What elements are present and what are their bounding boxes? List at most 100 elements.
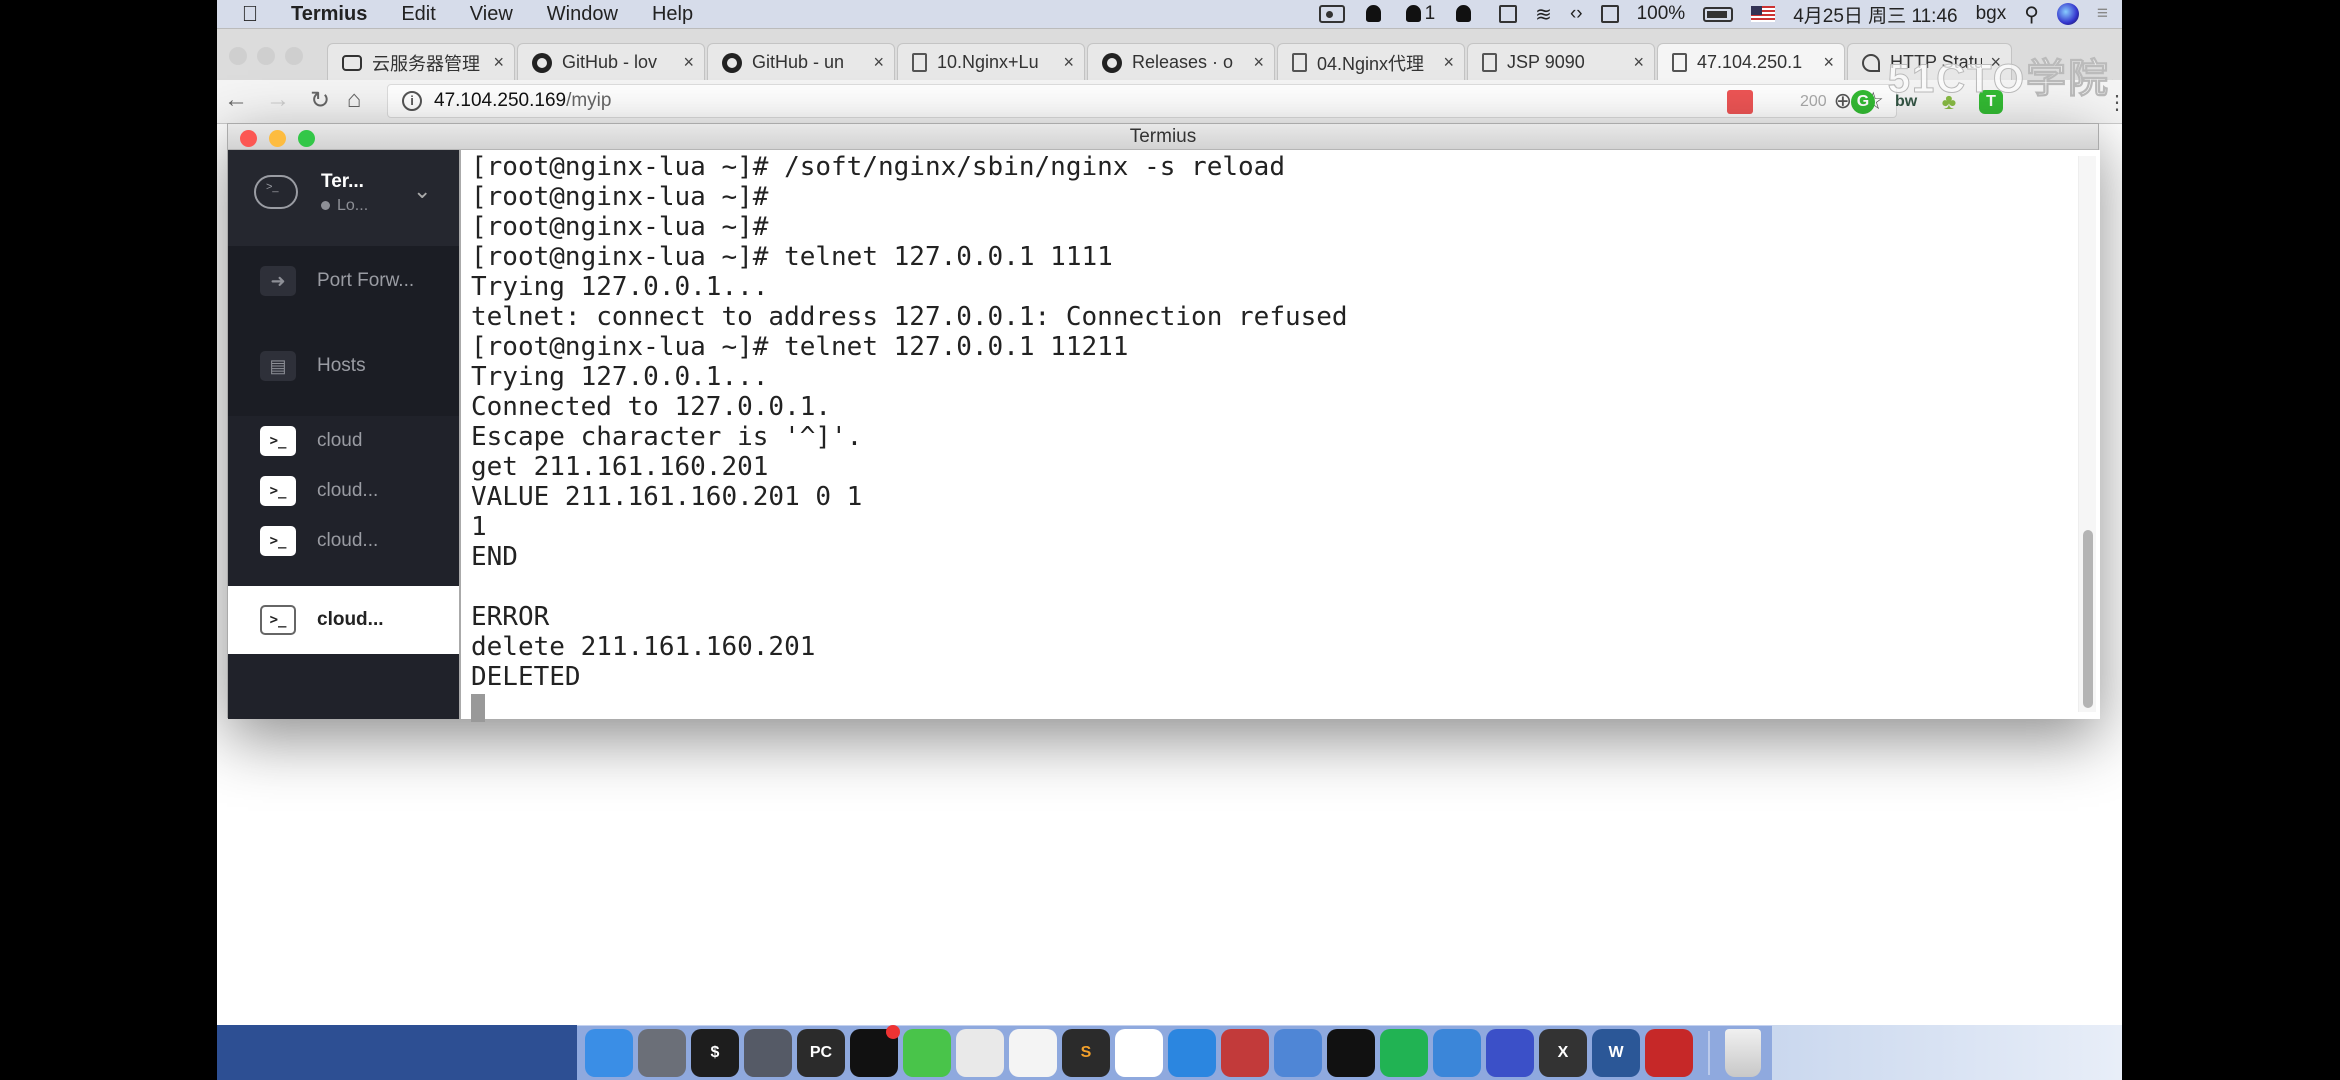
- menu-window[interactable]: Window: [547, 3, 618, 26]
- tab-close-icon[interactable]: ×: [493, 52, 504, 73]
- display-mirror-icon[interactable]: [1499, 5, 1518, 23]
- session-item[interactable]: >_ cloud...: [228, 466, 459, 516]
- clock[interactable]: 4月25日 周三 11:46: [1793, 1, 1957, 28]
- hosts-icon: ▤: [260, 351, 296, 381]
- dock-app-app[interactable]: [1486, 1029, 1534, 1077]
- account-name: Ter...: [321, 171, 364, 192]
- extension-200-icon[interactable]: 200: [1800, 90, 1827, 114]
- code-icon[interactable]: ‹›: [1570, 3, 1583, 25]
- extension-grammarly-icon[interactable]: G: [1851, 90, 1875, 114]
- tab-close-icon[interactable]: ×: [683, 52, 694, 73]
- session-label: cloud: [317, 430, 363, 451]
- menu-bar:  Termius Edit View Window Help 1 ≋ ‹› 1…: [217, 0, 2122, 28]
- dock-app-qq[interactable]: [1327, 1029, 1375, 1077]
- tab-close-icon[interactable]: ×: [1633, 52, 1644, 73]
- wifi-icon[interactable]: ≋: [1535, 2, 1552, 27]
- screen-record-icon[interactable]: [1318, 5, 1345, 23]
- scrollbar-thumb[interactable]: [2083, 530, 2093, 708]
- url-input[interactable]: i 47.104.250.169/myip ⊕ ☆: [387, 84, 1897, 118]
- chevron-down-icon[interactable]: ⌄: [413, 178, 431, 204]
- dock-app-sublime-text[interactable]: S: [1062, 1029, 1110, 1077]
- browser-tab[interactable]: JSP 9090 ×: [1467, 43, 1655, 81]
- battery-percent: 100%: [1636, 3, 1686, 24]
- window-zoom-button[interactable]: [298, 130, 315, 147]
- apple-icon[interactable]: : [239, 1, 261, 26]
- account-header[interactable]: Ter... Lo... ⌄: [228, 150, 459, 246]
- tab-close-icon[interactable]: ×: [1443, 52, 1454, 73]
- input-source-flag-icon[interactable]: [1751, 6, 1776, 22]
- battery-icon[interactable]: [1703, 6, 1734, 22]
- qq-icon[interactable]: [1363, 4, 1385, 24]
- screen:  Termius Edit View Window Help 1 ≋ ‹› 1…: [217, 0, 2122, 1080]
- browser-zoom-button[interactable]: [285, 47, 303, 65]
- home-icon[interactable]: ⌂: [339, 86, 369, 114]
- menu-help[interactable]: Help: [652, 3, 693, 26]
- dock-app-parallels[interactable]: [1221, 1029, 1269, 1077]
- browser-close-button[interactable]: [229, 47, 247, 65]
- dock-desktop-edge: [1762, 1025, 2122, 1080]
- menu-edit[interactable]: Edit: [401, 3, 435, 26]
- dock-app-keynote[interactable]: [1433, 1029, 1481, 1077]
- browser-tab[interactable]: 10.Nginx+Lu ×: [897, 43, 1085, 81]
- forward-icon[interactable]: →: [263, 86, 293, 114]
- session-label: cloud...: [317, 609, 384, 630]
- extension-red-icon[interactable]: [1727, 90, 1753, 114]
- qq-notification[interactable]: 1: [1403, 3, 1436, 25]
- dock-app-terminal[interactable]: $: [691, 1029, 739, 1077]
- airplay-icon[interactable]: [1600, 5, 1619, 23]
- dock-app-feishu[interactable]: [1168, 1029, 1216, 1077]
- back-icon[interactable]: ←: [221, 86, 251, 114]
- cloud-sync-icon[interactable]: [1453, 4, 1481, 24]
- dock-app-qq[interactable]: [850, 1025, 900, 1077]
- user-name[interactable]: bgx: [1976, 3, 2007, 25]
- reload-icon[interactable]: ↻: [305, 86, 335, 115]
- dock-app-pycharm[interactable]: PC: [797, 1029, 845, 1077]
- terminal-scrollbar[interactable]: [2078, 156, 2096, 712]
- menu-termius[interactable]: Termius: [291, 3, 367, 26]
- browser-tab[interactable]: Releases · o ×: [1087, 43, 1275, 81]
- session-item[interactable]: >_ cloud: [228, 416, 459, 466]
- qq-badge: 1: [1424, 3, 1436, 24]
- dock-app-screen-recorder[interactable]: [744, 1029, 792, 1077]
- dock-app-launchpad[interactable]: [638, 1029, 686, 1077]
- terminal-area[interactable]: [root@nginx-lua ~]# /soft/nginx/sbin/ngi…: [459, 150, 2100, 722]
- spotlight-search-icon[interactable]: ⚲: [2024, 2, 2039, 27]
- dock-app-app[interactable]: [1380, 1029, 1428, 1077]
- sidebar-item-port-forwarding[interactable]: ➜ Port Forw...: [228, 246, 459, 316]
- menu-view[interactable]: View: [470, 3, 513, 26]
- browser-tab[interactable]: GitHub - lov ×: [517, 43, 705, 81]
- dock-app-app[interactable]: [1115, 1029, 1163, 1077]
- dock-trash-icon[interactable]: [1725, 1029, 1761, 1077]
- github-icon: [532, 52, 552, 73]
- dock-app-wechat[interactable]: [903, 1029, 951, 1077]
- tab-close-icon[interactable]: ×: [873, 52, 884, 73]
- siri-icon[interactable]: [2056, 3, 2079, 25]
- browser-tab-active[interactable]: 47.104.250.1 ×: [1657, 43, 1845, 81]
- dock-app-word[interactable]: W: [1592, 1029, 1640, 1077]
- dock-app-finder[interactable]: [585, 1029, 633, 1077]
- tab-close-icon[interactable]: ×: [1823, 52, 1834, 73]
- notification-center-icon[interactable]: ≡: [2097, 3, 2108, 25]
- zoom-icon[interactable]: ⊕: [1834, 88, 1852, 114]
- window-minimize-button[interactable]: [269, 130, 286, 147]
- dock-app-app[interactable]: [1645, 1029, 1693, 1077]
- terminal-line: Escape character is '^]'.: [471, 422, 863, 452]
- document-icon: [1672, 53, 1687, 72]
- tab-close-icon[interactable]: ×: [1063, 52, 1074, 73]
- dock-app-sequel[interactable]: [1274, 1029, 1322, 1077]
- tab-close-icon[interactable]: ×: [1253, 52, 1264, 73]
- browser-tab[interactable]: GitHub - un ×: [707, 43, 895, 81]
- browser-tab[interactable]: 04.Nginx代理 ×: [1277, 43, 1465, 81]
- dock-app-xcode[interactable]: X: [1539, 1029, 1587, 1077]
- info-icon[interactable]: i: [402, 91, 422, 111]
- window-close-button[interactable]: [240, 130, 257, 147]
- tab-label: JSP 9090: [1507, 52, 1585, 72]
- dock-app-chrome[interactable]: [956, 1029, 1004, 1077]
- termius-title-bar[interactable]: Termius: [228, 124, 2098, 150]
- dock-app-notes[interactable]: [1009, 1029, 1057, 1077]
- browser-minimize-button[interactable]: [257, 47, 275, 65]
- sidebar-item-hosts[interactable]: ▤ Hosts: [228, 331, 459, 401]
- session-item[interactable]: >_ cloud...: [228, 516, 459, 566]
- browser-tab[interactable]: 云服务器管理 ×: [327, 43, 515, 81]
- session-item-active[interactable]: >_ cloud...: [228, 586, 459, 654]
